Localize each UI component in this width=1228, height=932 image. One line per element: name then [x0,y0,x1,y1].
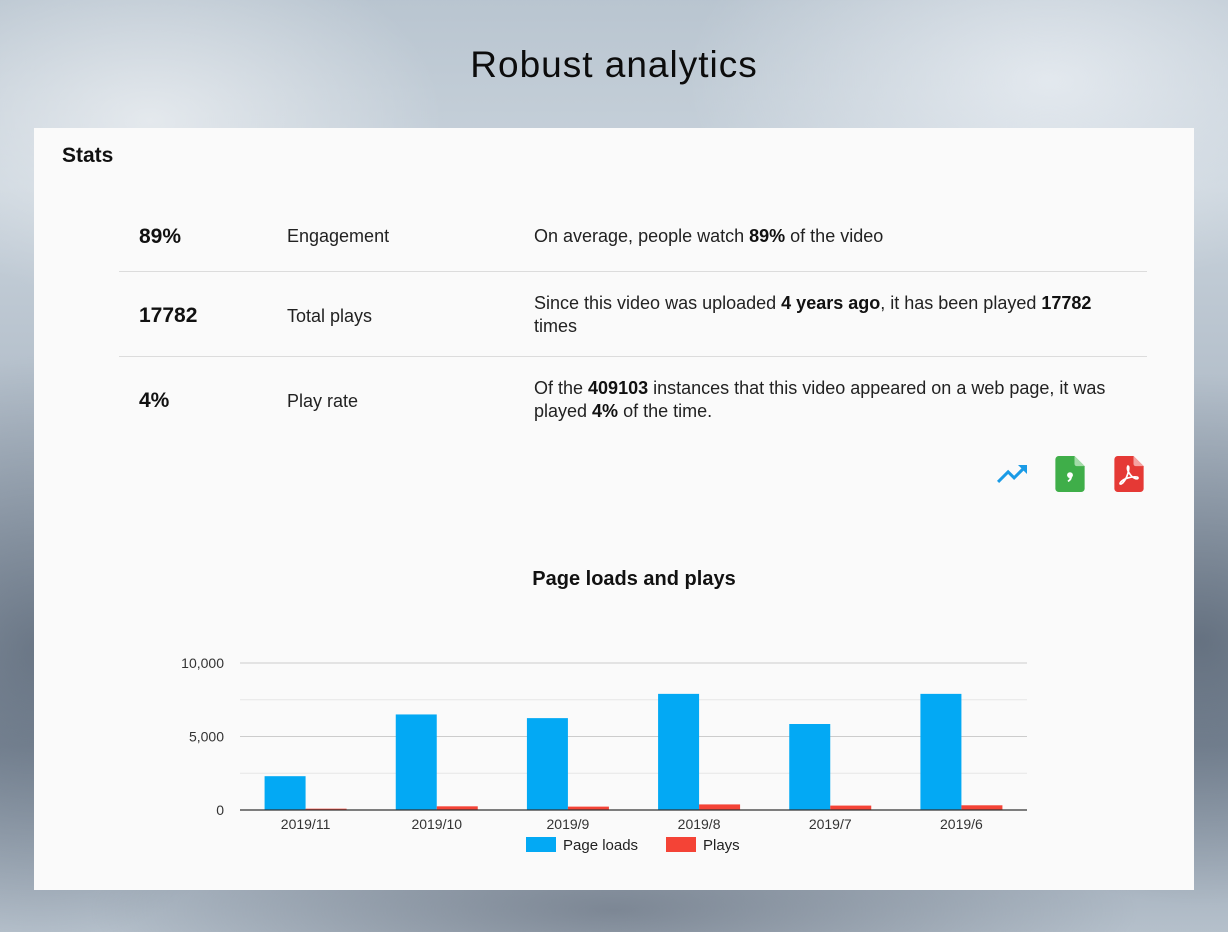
bar-plays [830,805,872,810]
legend-label: Plays [703,837,740,854]
bar-plays [699,804,741,810]
legend-label: Page loads [563,837,638,854]
page-heading: Robust analytics [470,44,758,85]
y-tick-label: 5,000 [189,729,224,745]
bar-plays [961,805,1003,810]
bar-page-loads [264,776,306,810]
bar-page-loads [526,718,568,810]
x-tick-label: 2019/11 [281,816,331,832]
bar-page-loads [920,693,962,810]
x-tick-label: 2019/7 [809,816,852,832]
legend-swatch [526,837,556,852]
x-tick-label: 2019/9 [547,816,590,832]
y-tick-label: 0 [216,802,224,818]
y-tick-label: 10,000 [181,655,224,671]
x-tick-label: 2019/6 [940,816,983,832]
legend-swatch [666,837,696,852]
x-tick-label: 2019/10 [411,816,462,832]
bar-chart: 0 5,000 10,000 2019/11 2019/10 2019/9 2019/8 20… [181,655,1027,854]
bar-page-loads [658,693,700,810]
bar-page-loads [789,724,831,810]
bar-page-loads [395,714,437,810]
x-tick-label: 2019/8 [678,816,721,832]
stats-panel: Stats 89% Engagement On average, people … [34,128,1194,890]
